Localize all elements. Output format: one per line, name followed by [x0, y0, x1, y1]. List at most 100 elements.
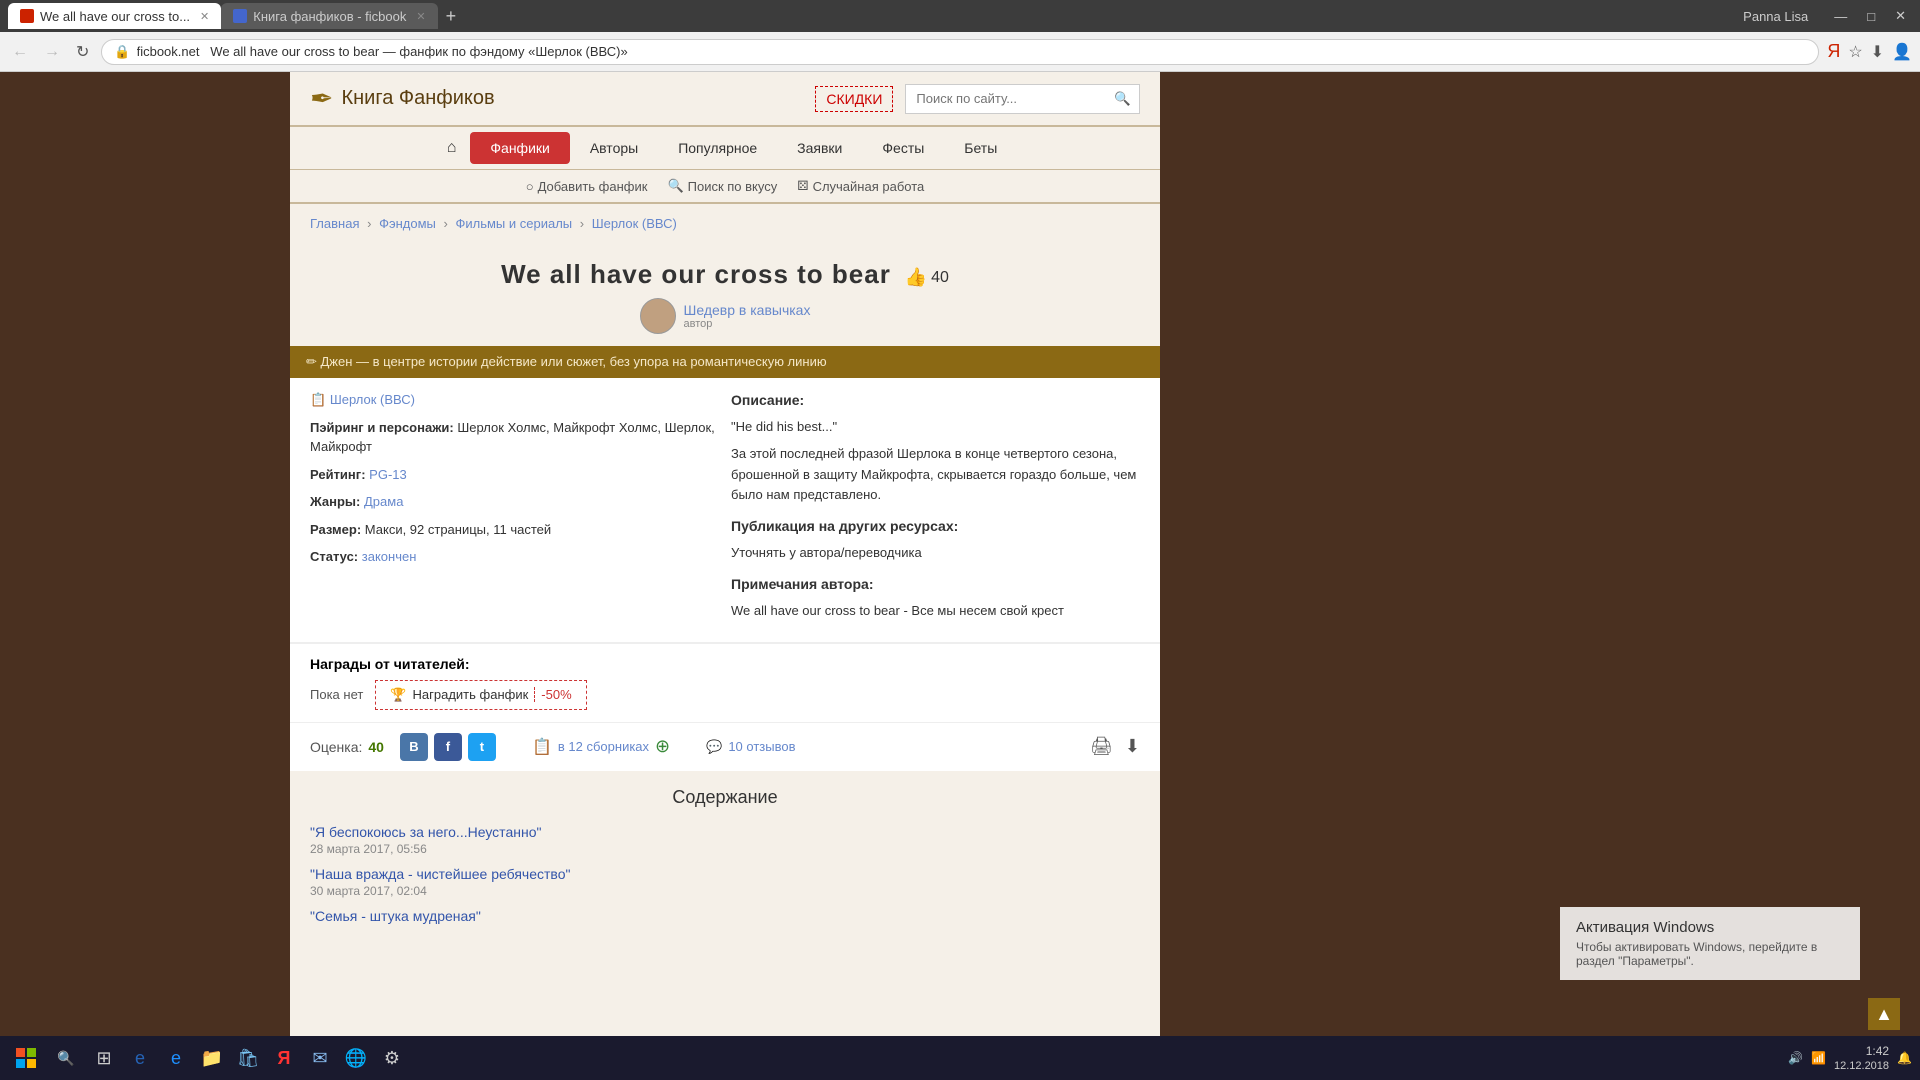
download-fanfic-icon[interactable]: ⬇	[1125, 736, 1140, 757]
taskbar-network-icon[interactable]: 📶	[1811, 1051, 1826, 1065]
taskbar-browser2-icon[interactable]: 🌐	[340, 1042, 372, 1074]
search-input[interactable]	[906, 85, 1106, 112]
twitter-share-button[interactable]: t	[468, 733, 496, 761]
random-work-link[interactable]: ⚄ Случайная работа	[797, 178, 924, 194]
genres-label: Жанры:	[310, 494, 360, 509]
tab-close-active[interactable]: ✕	[200, 10, 209, 23]
breadcrumb-home[interactable]: Главная	[310, 216, 359, 231]
forward-button[interactable]: →	[40, 39, 64, 65]
other-resources-section: Публикация на других ресурсах: Уточнять …	[731, 516, 1140, 564]
scroll-top-button[interactable]: ▲	[1868, 998, 1900, 1030]
account-icon[interactable]: 👤	[1892, 42, 1912, 62]
tab-label-inactive: Книга фанфиков - ficbook	[253, 9, 406, 24]
skidki-button[interactable]: СКИДКИ	[815, 86, 893, 112]
fandom-link[interactable]: Шерлок (ВВС)	[330, 392, 415, 407]
chapter-link-3[interactable]: "Семья - штука мудреная"	[310, 908, 481, 924]
taskbar-edge-icon[interactable]: e	[124, 1042, 156, 1074]
breadcrumb-sherlock[interactable]: Шерлок (ВВС)	[592, 216, 677, 231]
search-taste-link[interactable]: 🔍 Поиск по вкусу	[667, 178, 777, 194]
nav-popularnoe[interactable]: Популярное	[658, 132, 777, 164]
download-icon[interactable]: ⬇	[1871, 42, 1884, 62]
nav-zayavki[interactable]: Заявки	[777, 132, 862, 164]
notes-value: We all have our cross to bear - Все мы н…	[731, 601, 1140, 622]
tab-favicon-inactive	[233, 9, 247, 23]
reviews-area: 💬 10 отзывов	[706, 739, 795, 755]
rating-score: 40	[368, 739, 384, 755]
breadcrumb-fandomy[interactable]: Фэндомы	[379, 216, 436, 231]
taskbar-ie-icon[interactable]: e	[160, 1042, 192, 1074]
description-title: Описание:	[731, 390, 1140, 411]
rating-label: Рейтинг:	[310, 467, 366, 482]
other-resources-value: Уточнять у автора/переводчика	[731, 543, 1140, 564]
back-button[interactable]: ←	[8, 39, 32, 65]
taskbar-speaker-icon[interactable]: 🔊	[1788, 1051, 1803, 1065]
close-window-button[interactable]: ✕	[1889, 8, 1912, 24]
vk-share-button[interactable]: В	[400, 733, 428, 761]
taskbar-mail-icon[interactable]: ✉	[304, 1042, 336, 1074]
collections-link[interactable]: в 12 сборниках	[558, 739, 649, 754]
yandex-icon[interactable]: Я	[1827, 41, 1840, 62]
search-button[interactable]: 🔍	[1106, 85, 1139, 113]
notes-title: Примечания автора:	[731, 574, 1140, 595]
awards-title: Награды от читателей:	[310, 656, 1140, 672]
taskbar-date: 12.12.2018	[1834, 1060, 1889, 1072]
tab-close-inactive[interactable]: ✕	[416, 10, 425, 23]
award-button[interactable]: 🏆 Наградить фанфик -50%	[375, 680, 586, 710]
fanfic-info-section: 📋 Шерлок (ВВС) Пэйринг и персонажи: Шерл…	[290, 378, 1160, 643]
random-icon: ⚄	[797, 178, 808, 194]
taskbar-search-icon[interactable]: 🔍	[48, 1040, 84, 1076]
taskbar-store-icon[interactable]: 🛍	[232, 1042, 264, 1074]
refresh-button[interactable]: ↻	[72, 38, 93, 66]
rating-score-label: Оценка:	[310, 739, 362, 755]
header-right: СКИДКИ 🔍	[815, 84, 1140, 114]
page-wrapper: ✒ Книга Фанфиков СКИДКИ 🔍 ⌂ Фанфики Авто…	[0, 72, 1920, 1072]
chapter-link-2[interactable]: "Наша вражда - чистейшее ребячество"	[310, 866, 570, 882]
logo-text: Книга Фанфиков	[341, 87, 494, 110]
description-quote: "He did his best..."	[731, 417, 1140, 438]
taskbar-settings-icon[interactable]: ⚙	[376, 1042, 408, 1074]
browser-toolbar: ← → ↻ 🔒 Я ☆ ⬇ 👤	[0, 32, 1920, 72]
rating-link[interactable]: PG-13	[369, 467, 407, 482]
nav-fanfiki[interactable]: Фанфики	[470, 132, 569, 164]
nav-avtory[interactable]: Авторы	[570, 132, 658, 164]
pairing-label: Пэйринг и персонажи:	[310, 420, 454, 435]
taste-search-icon: 🔍	[667, 178, 683, 194]
add-fanfic-link[interactable]: ○ Добавить фанфик	[526, 179, 648, 194]
facebook-share-button[interactable]: f	[434, 733, 462, 761]
new-tab-button[interactable]: +	[438, 6, 465, 27]
nav-home[interactable]: ⌂	[433, 131, 471, 165]
trophy-icon: 🏆	[390, 687, 406, 703]
thumbs-up-icon[interactable]: 👍	[905, 267, 927, 288]
taskbar-folder-icon[interactable]: 📁	[196, 1042, 228, 1074]
collections-area: 📋 в 12 сборниках ⊕	[532, 736, 670, 757]
taskbar-task-view[interactable]: ⊞	[88, 1042, 120, 1074]
taskbar: 🔍 ⊞ e e 📁 🛍 Я ✉ 🌐 ⚙ 🔊 📶 1:42 12.12.2018 …	[0, 1036, 1920, 1080]
tab-inactive[interactable]: Книга фанфиков - ficbook ✕	[221, 3, 437, 29]
taskbar-notification-icon[interactable]: 🔔	[1897, 1051, 1912, 1065]
start-button[interactable]	[8, 1040, 44, 1076]
main-nav: ⌂ Фанфики Авторы Популярное Заявки Фесты…	[290, 127, 1160, 170]
maximize-button[interactable]: □	[1861, 9, 1881, 24]
tab-label-active: We all have our cross to...	[40, 9, 190, 24]
nav-festy[interactable]: Фесты	[862, 132, 944, 164]
status-value[interactable]: закончен	[362, 549, 417, 564]
minimize-button[interactable]: —	[1828, 9, 1853, 24]
chapter-item-3: "Семья - штука мудреная"	[310, 908, 1140, 924]
fandom-row: 📋 Шерлок (ВВС)	[310, 390, 719, 410]
add-collection-button[interactable]: ⊕	[655, 736, 670, 757]
star-icon[interactable]: ☆	[1848, 42, 1862, 62]
size-label: Размер:	[310, 522, 361, 537]
like-number: 40	[931, 269, 949, 287]
reviews-link[interactable]: 10 отзывов	[728, 739, 795, 754]
status-label: Статус:	[310, 549, 358, 564]
tab-active[interactable]: We all have our cross to... ✕	[8, 3, 221, 29]
nav-bety[interactable]: Беты	[944, 132, 1017, 164]
breadcrumb-filmy[interactable]: Фильмы и сериалы	[455, 216, 572, 231]
genres-link[interactable]: Драма	[364, 494, 403, 509]
author-name-link[interactable]: Шедевр в кавычках	[684, 302, 811, 318]
address-bar[interactable]	[137, 44, 1807, 59]
print-icon[interactable]: 🖨	[1090, 736, 1113, 757]
chapter-link-1[interactable]: "Я беспокоюсь за него...Неустанно"	[310, 824, 541, 840]
taskbar-yandex-icon[interactable]: Я	[268, 1042, 300, 1074]
description-section: Описание: "He did his best..." За этой п…	[731, 390, 1140, 506]
